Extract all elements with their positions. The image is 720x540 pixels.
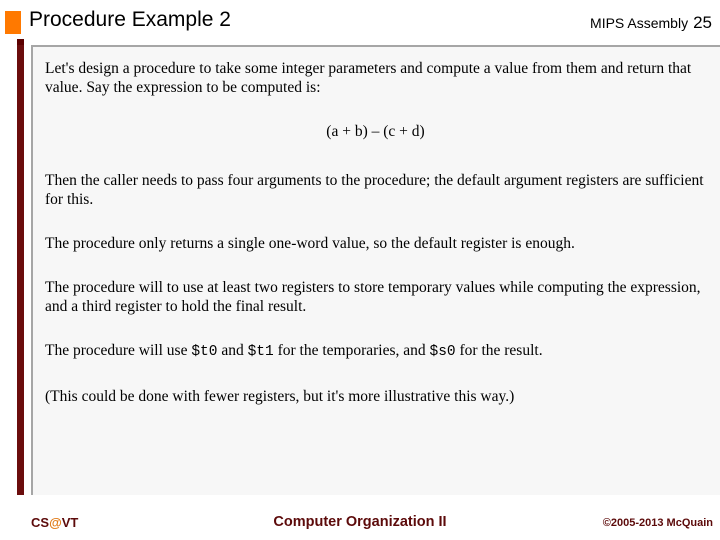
register-sentence-part4: for the result. (455, 342, 543, 359)
left-accent-bar (17, 45, 24, 495)
header-meta: MIPS Assembly 25 (590, 13, 712, 33)
paragraph-return-value: The procedure only returns a single one-… (45, 235, 575, 252)
register-sentence-part3: for the temporaries, and (273, 342, 430, 359)
slide-header: Procedure Example 2 MIPS Assembly 25 (0, 0, 720, 38)
paragraph-intro: Let's design a procedure to take some in… (45, 60, 692, 96)
paragraph-register-choice: The procedure will use $t0 and $t1 for t… (45, 341, 706, 362)
content-panel: Let's design a procedure to take some in… (31, 45, 720, 495)
slide-footer: CS@VT Computer Organization II ©2005-201… (0, 505, 720, 540)
copyright-notice: ©2005-2013 McQuain (602, 517, 713, 529)
slide-number: 25 (693, 13, 712, 32)
orange-square-icon (5, 11, 21, 34)
register-t1: $t1 (247, 344, 274, 360)
register-s0: $s0 (429, 344, 456, 360)
register-t0: $t0 (191, 344, 218, 360)
register-sentence-part1: The procedure will use (45, 342, 192, 359)
paragraph-note: (This could be done with fewer registers… (45, 388, 515, 405)
page-title: Procedure Example 2 (29, 8, 231, 31)
subject-label: MIPS Assembly (590, 15, 689, 31)
register-sentence-part2: and (217, 342, 248, 359)
paragraph-temp-registers: The procedure will to use at least two r… (45, 279, 701, 315)
expression-formula: (a + b) – (c + d) (326, 123, 425, 140)
content-body: Let's design a procedure to take some in… (33, 47, 720, 406)
paragraph-caller-args: Then the caller needs to pass four argum… (45, 172, 704, 208)
